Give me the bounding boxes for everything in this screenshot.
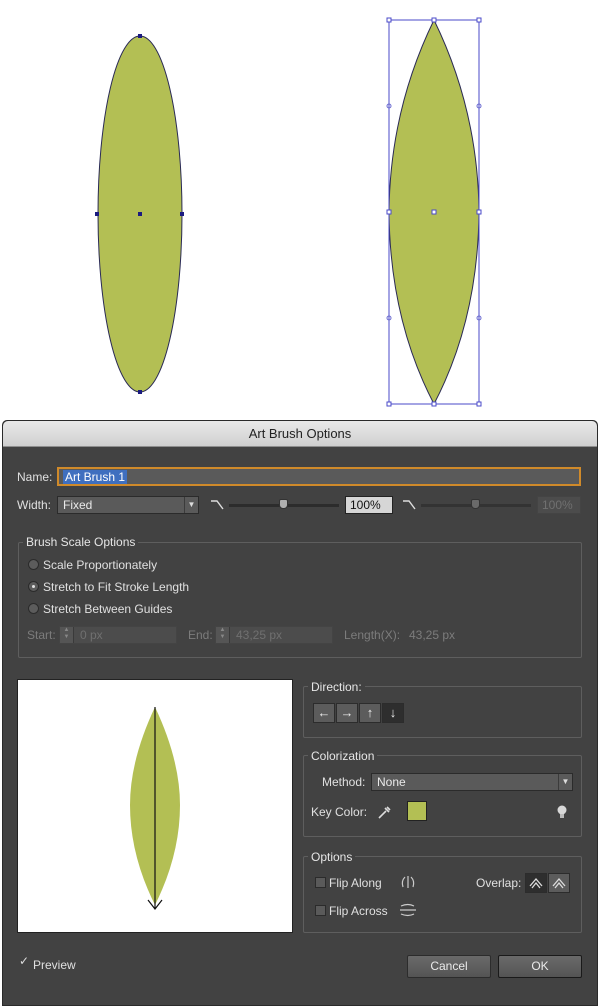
end-label: End: [188, 628, 213, 642]
flip-across-checkbox[interactable] [315, 905, 326, 916]
length-label: Length(X): [344, 628, 401, 642]
stretch-to-fit-label: Stretch to Fit Stroke Length [43, 580, 190, 594]
options-title: Options [308, 850, 356, 864]
brush-preview [17, 679, 293, 933]
checkmark-icon: ✓ [19, 954, 30, 968]
end-value: 43,25 px [236, 628, 283, 642]
flip-across-label: Flip Across [329, 904, 388, 918]
overlap-label: Overlap: [476, 876, 522, 890]
brush-scale-title: Brush Scale Options [23, 535, 139, 549]
end-stepper: ▲ ▼ [216, 627, 230, 643]
colorization-title: Colorization [308, 749, 378, 763]
width-value-input-2: 100% [537, 496, 581, 514]
preview-label: Preview [33, 958, 76, 972]
direction-right-button[interactable]: → [336, 703, 358, 723]
artboard-shapes [95, 17, 482, 407]
width-value-input[interactable]: 100% [345, 496, 393, 514]
radio-stretch-between-guides[interactable] [28, 603, 39, 614]
artboard [0, 0, 600, 420]
overlap-no-adjust-button[interactable] [548, 873, 570, 893]
pressure-icon-2 [403, 500, 416, 510]
end-input: 43,25 px [215, 626, 333, 644]
key-color-label: Key Color: [311, 805, 368, 819]
ok-button[interactable]: OK [498, 955, 582, 978]
direction-up-button[interactable]: ↑ [359, 703, 381, 723]
direction-down-button[interactable]: ↓ [382, 703, 404, 723]
radio-scale-proportionately[interactable] [28, 559, 39, 570]
scale-proportionately-label: Scale Proportionately [43, 558, 158, 572]
width-mode: Fixed [63, 498, 93, 512]
stretch-between-guides-label: Stretch Between Guides [43, 602, 173, 616]
pressure-icon [211, 500, 224, 510]
method-value: None [377, 775, 406, 789]
radio-stretch-to-fit[interactable] [28, 581, 39, 592]
name-input[interactable]: Art Brush 1 [57, 467, 581, 486]
width-dropdown[interactable]: Fixed ▼ [57, 496, 199, 514]
method-label: Method: [322, 775, 366, 789]
name-label: Name: [17, 470, 53, 484]
start-input: 0 px [59, 626, 177, 644]
width-label: Width: [17, 498, 52, 512]
overlap-no-adjust-icon [552, 878, 566, 889]
start-label: Start: [27, 628, 56, 642]
chevron-down-icon: ▼ [184, 497, 198, 513]
length-value: 43,25 px [409, 628, 456, 642]
start-stepper: ▲ ▼ [60, 627, 74, 643]
direction-left-button[interactable]: ← [313, 703, 335, 723]
direction-title: Direction: [308, 680, 365, 694]
name-value: Art Brush 1 [63, 470, 128, 484]
flip-along-label: Flip Along [329, 876, 382, 890]
width-slider-thumb-2 [471, 499, 480, 509]
flip-across-icon [400, 903, 416, 917]
flip-along-icon [401, 876, 415, 888]
chevron-down-icon: ▼ [558, 774, 572, 790]
options-group [303, 856, 582, 933]
start-value: 0 px [80, 628, 103, 642]
cancel-button[interactable]: Cancel [407, 955, 491, 978]
method-dropdown[interactable]: None ▼ [371, 773, 573, 791]
preview-checkbox[interactable]: ✓ [19, 954, 30, 969]
key-color-swatch[interactable] [407, 801, 427, 821]
art-brush-options-dialog: Art Brush Options Name: Art Brush 1 Widt… [2, 420, 598, 1006]
flip-along-checkbox[interactable] [315, 877, 326, 888]
tips-lightbulb-icon[interactable] [556, 804, 568, 820]
overlap-adjust-button[interactable] [525, 873, 547, 893]
preview-leaf [130, 707, 180, 910]
eyedropper-icon[interactable] [376, 804, 392, 820]
dialog-title: Art Brush Options [3, 421, 597, 447]
colorization-group [303, 755, 582, 837]
width-slider-thumb[interactable] [279, 499, 288, 509]
overlap-adjust-icon [529, 878, 543, 889]
